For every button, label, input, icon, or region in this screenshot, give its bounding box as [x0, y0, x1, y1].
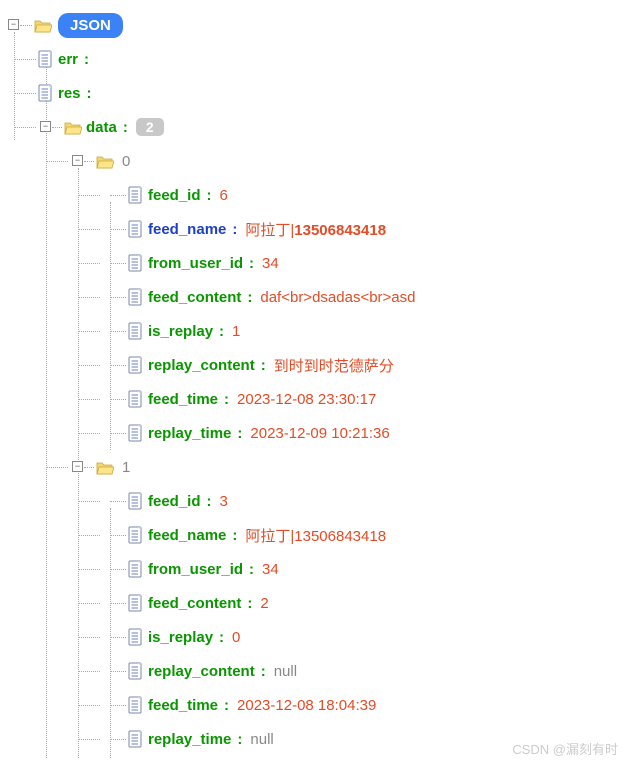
tree-node[interactable]: feed_time: 2023-12-08 18:04:39: [4, 688, 624, 722]
folder-icon: [96, 460, 114, 475]
tree-node-err[interactable]: err:: [4, 42, 624, 76]
tree-node[interactable]: feed_time: 2023-12-08 23:30:17: [4, 382, 624, 416]
document-icon: [128, 254, 144, 272]
node-key: replay_content: [148, 357, 255, 374]
tree-node[interactable]: feed_content: daf<br>dsadas<br>asd: [4, 280, 624, 314]
node-value: 2023-12-09 10:21:36: [250, 425, 389, 442]
folder-icon: [64, 120, 82, 135]
document-icon: [128, 662, 144, 680]
node-key: err: [58, 51, 78, 68]
document-icon: [128, 730, 144, 748]
folder-icon: [96, 154, 114, 169]
node-key: feed_id: [148, 187, 201, 204]
document-icon: [128, 424, 144, 442]
document-icon: [128, 288, 144, 306]
node-value: 2023-12-08 18:04:39: [237, 697, 376, 714]
node-key: replay_time: [148, 425, 231, 442]
tree-node[interactable]: feed_name: 阿拉丁|13506843418: [4, 518, 624, 552]
tree-node[interactable]: replay_time: 2023-12-09 10:21:36: [4, 416, 624, 450]
document-icon: [128, 492, 144, 510]
node-value: 2023-12-08 23:30:17: [237, 391, 376, 408]
tree-node[interactable]: feed_content: 2: [4, 586, 624, 620]
node-value: 3: [220, 493, 228, 510]
tree-node[interactable]: from_user_id: 34: [4, 552, 624, 586]
node-key: feed_name: [148, 221, 226, 238]
toggle-icon[interactable]: −: [40, 121, 51, 132]
tree-node[interactable]: is_replay: 1: [4, 314, 624, 348]
document-icon: [128, 186, 144, 204]
document-icon: [128, 390, 144, 408]
node-key: feed_content: [148, 595, 241, 612]
json-tree: − JSON err: res: − data: 2: [4, 8, 624, 756]
node-key: feed_id: [148, 493, 201, 510]
toggle-icon[interactable]: −: [8, 19, 19, 30]
node-key: is_replay: [148, 629, 213, 646]
node-key: from_user_id: [148, 255, 243, 272]
node-value: 0: [232, 629, 240, 646]
document-icon: [128, 526, 144, 544]
tree-node-index-1[interactable]: − 1: [4, 450, 624, 484]
node-key: data: [86, 119, 117, 136]
node-value: 34: [262, 561, 279, 578]
node-value: 6: [220, 187, 228, 204]
document-icon: [128, 322, 144, 340]
tree-node-data[interactable]: − data: 2: [4, 110, 624, 144]
node-value: 到时到时范德萨分: [274, 355, 394, 376]
tree-node[interactable]: replay_content: 到时到时范德萨分: [4, 348, 624, 382]
node-key: feed_time: [148, 391, 218, 408]
document-icon: [128, 594, 144, 612]
document-icon: [128, 560, 144, 578]
node-index: 1: [122, 459, 130, 476]
node-value: null: [274, 663, 297, 680]
node-key: replay_time: [148, 731, 231, 748]
node-key: res: [58, 85, 81, 102]
root-badge: JSON: [58, 13, 123, 38]
node-value: 2: [260, 595, 268, 612]
tree-node-selected[interactable]: feed_name: 阿拉丁|13506843418: [4, 212, 624, 246]
node-key: from_user_id: [148, 561, 243, 578]
tree-node-res[interactable]: res:: [4, 76, 624, 110]
tree-node[interactable]: from_user_id: 34: [4, 246, 624, 280]
document-icon: [38, 84, 54, 102]
document-icon: [128, 356, 144, 374]
watermark-text: CSDN @漏刻有时: [512, 739, 618, 758]
toggle-icon[interactable]: −: [72, 461, 83, 472]
array-count-badge: 2: [136, 118, 164, 136]
node-value: 1: [232, 323, 240, 340]
node-key: feed_content: [148, 289, 241, 306]
toggle-icon[interactable]: −: [72, 155, 83, 166]
tree-node[interactable]: feed_id: 6: [4, 178, 624, 212]
node-key: replay_content: [148, 663, 255, 680]
document-icon: [38, 50, 54, 68]
tree-node-index-0[interactable]: − 0: [4, 144, 624, 178]
tree-root-row[interactable]: − JSON: [4, 8, 624, 42]
document-icon: [128, 696, 144, 714]
tree-node[interactable]: feed_id: 3: [4, 484, 624, 518]
node-value: 34: [262, 255, 279, 272]
node-key: feed_name: [148, 527, 226, 544]
node-key: is_replay: [148, 323, 213, 340]
node-value: daf<br>dsadas<br>asd: [260, 289, 415, 306]
node-value: 阿拉丁|13506843418: [245, 219, 386, 240]
tree-node[interactable]: replay_content: null: [4, 654, 624, 688]
document-icon: [128, 628, 144, 646]
node-key: feed_time: [148, 697, 218, 714]
tree-node[interactable]: is_replay: 0: [4, 620, 624, 654]
document-icon: [128, 220, 144, 238]
folder-icon: [34, 18, 52, 33]
node-value: null: [250, 731, 273, 748]
node-value: 阿拉丁|13506843418: [245, 525, 386, 546]
node-index: 0: [122, 153, 130, 170]
